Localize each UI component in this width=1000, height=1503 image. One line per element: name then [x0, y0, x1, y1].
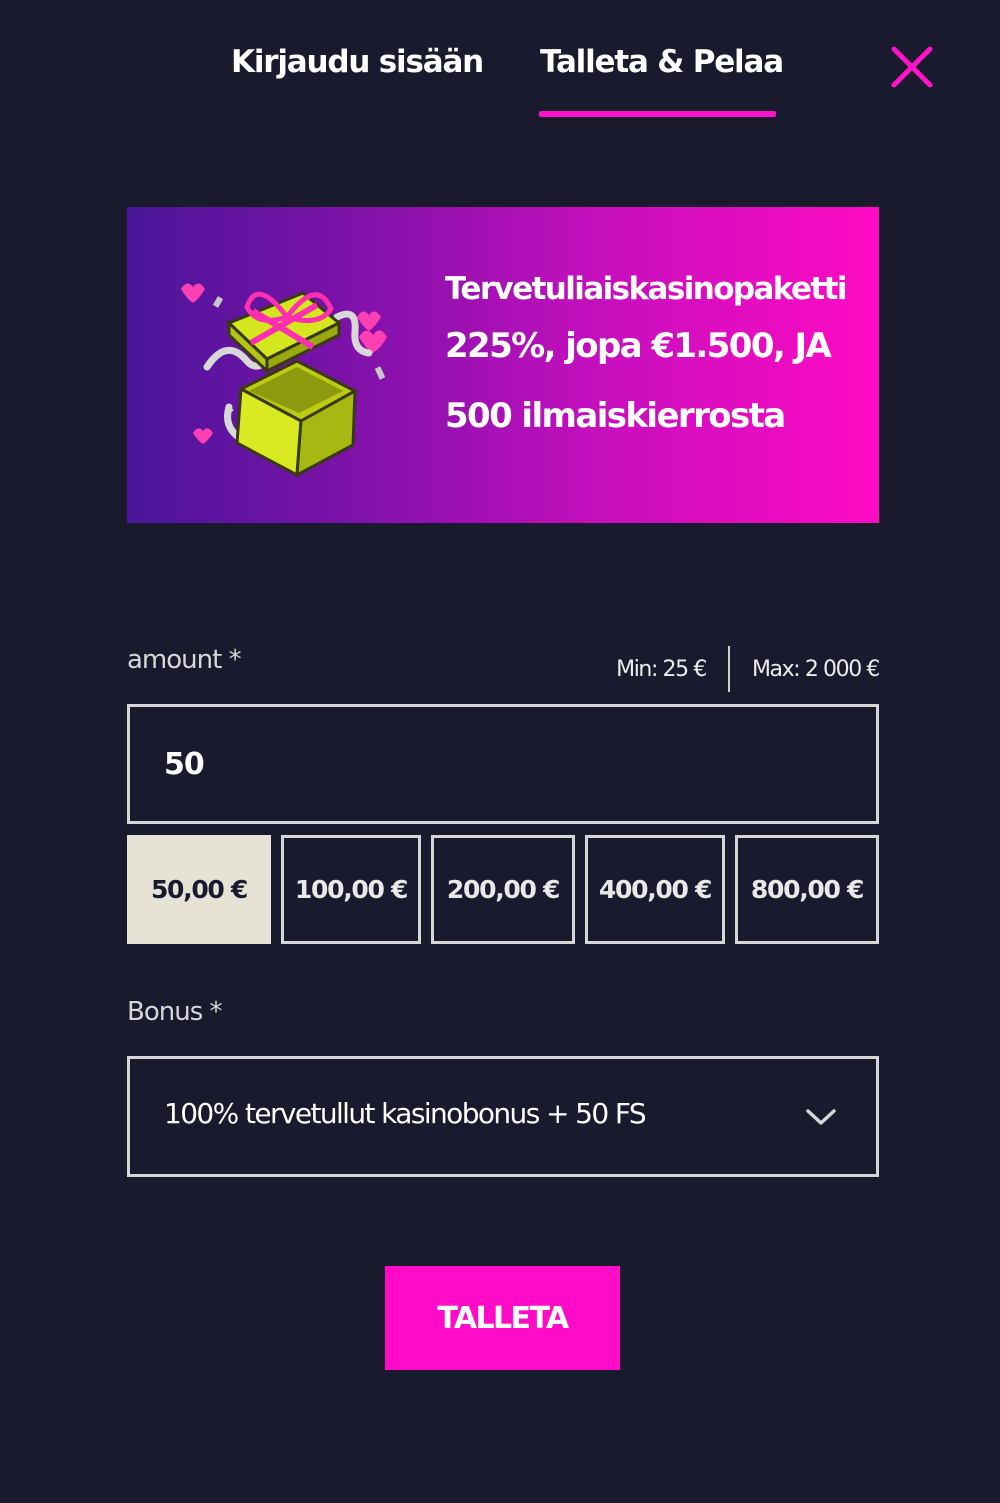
quick-amount-400[interactable]: 400,00 € — [585, 835, 725, 944]
tab-deposit[interactable]: Talleta & Pelaa — [540, 44, 784, 80]
close-icon — [891, 46, 933, 88]
banner-title: Tervetuliaiskasinopaketti — [445, 271, 847, 307]
banner-text: Tervetuliaiskasinopaketti 225%, jopa €1.… — [445, 267, 847, 451]
amount-label: amount * — [127, 645, 242, 675]
tab-login[interactable]: Kirjaudu sisään — [231, 44, 484, 80]
quick-amount-200[interactable]: 200,00 € — [431, 835, 575, 944]
bonus-label: Bonus * — [127, 997, 223, 1027]
amount-input[interactable] — [127, 704, 879, 824]
bonus-selected-value: 100% tervetullut kasinobonus + 50 FS — [164, 1097, 647, 1130]
gift-box-icon — [181, 283, 387, 477]
limits-divider — [727, 646, 730, 692]
min-amount: Min: 25 € — [616, 656, 707, 682]
amount-limits: Min: 25 € Max: 2 000 € — [616, 646, 880, 692]
deposit-submit-button[interactable]: TALLETA — [385, 1266, 620, 1370]
quick-amount-800[interactable]: 800,00 € — [735, 835, 879, 944]
bonus-select[interactable]: 100% tervetullut kasinobonus + 50 FS — [127, 1056, 879, 1177]
max-amount: Max: 2 000 € — [751, 656, 880, 682]
active-tab-indicator — [539, 111, 776, 117]
banner-spins-line: 500 ilmaiskierrosta — [445, 396, 786, 436]
auth-tabs: Kirjaudu sisään Talleta & Pelaa — [0, 0, 1000, 130]
quick-amount-100[interactable]: 100,00 € — [281, 835, 421, 944]
chevron-down-icon — [806, 1109, 836, 1125]
banner-offer-line: 225%, jopa €1.500, JA — [445, 326, 832, 366]
quick-amount-50[interactable]: 50,00 € — [127, 835, 271, 944]
close-button[interactable] — [888, 43, 936, 91]
welcome-bonus-banner: Tervetuliaiskasinopaketti 225%, jopa €1.… — [127, 207, 879, 523]
